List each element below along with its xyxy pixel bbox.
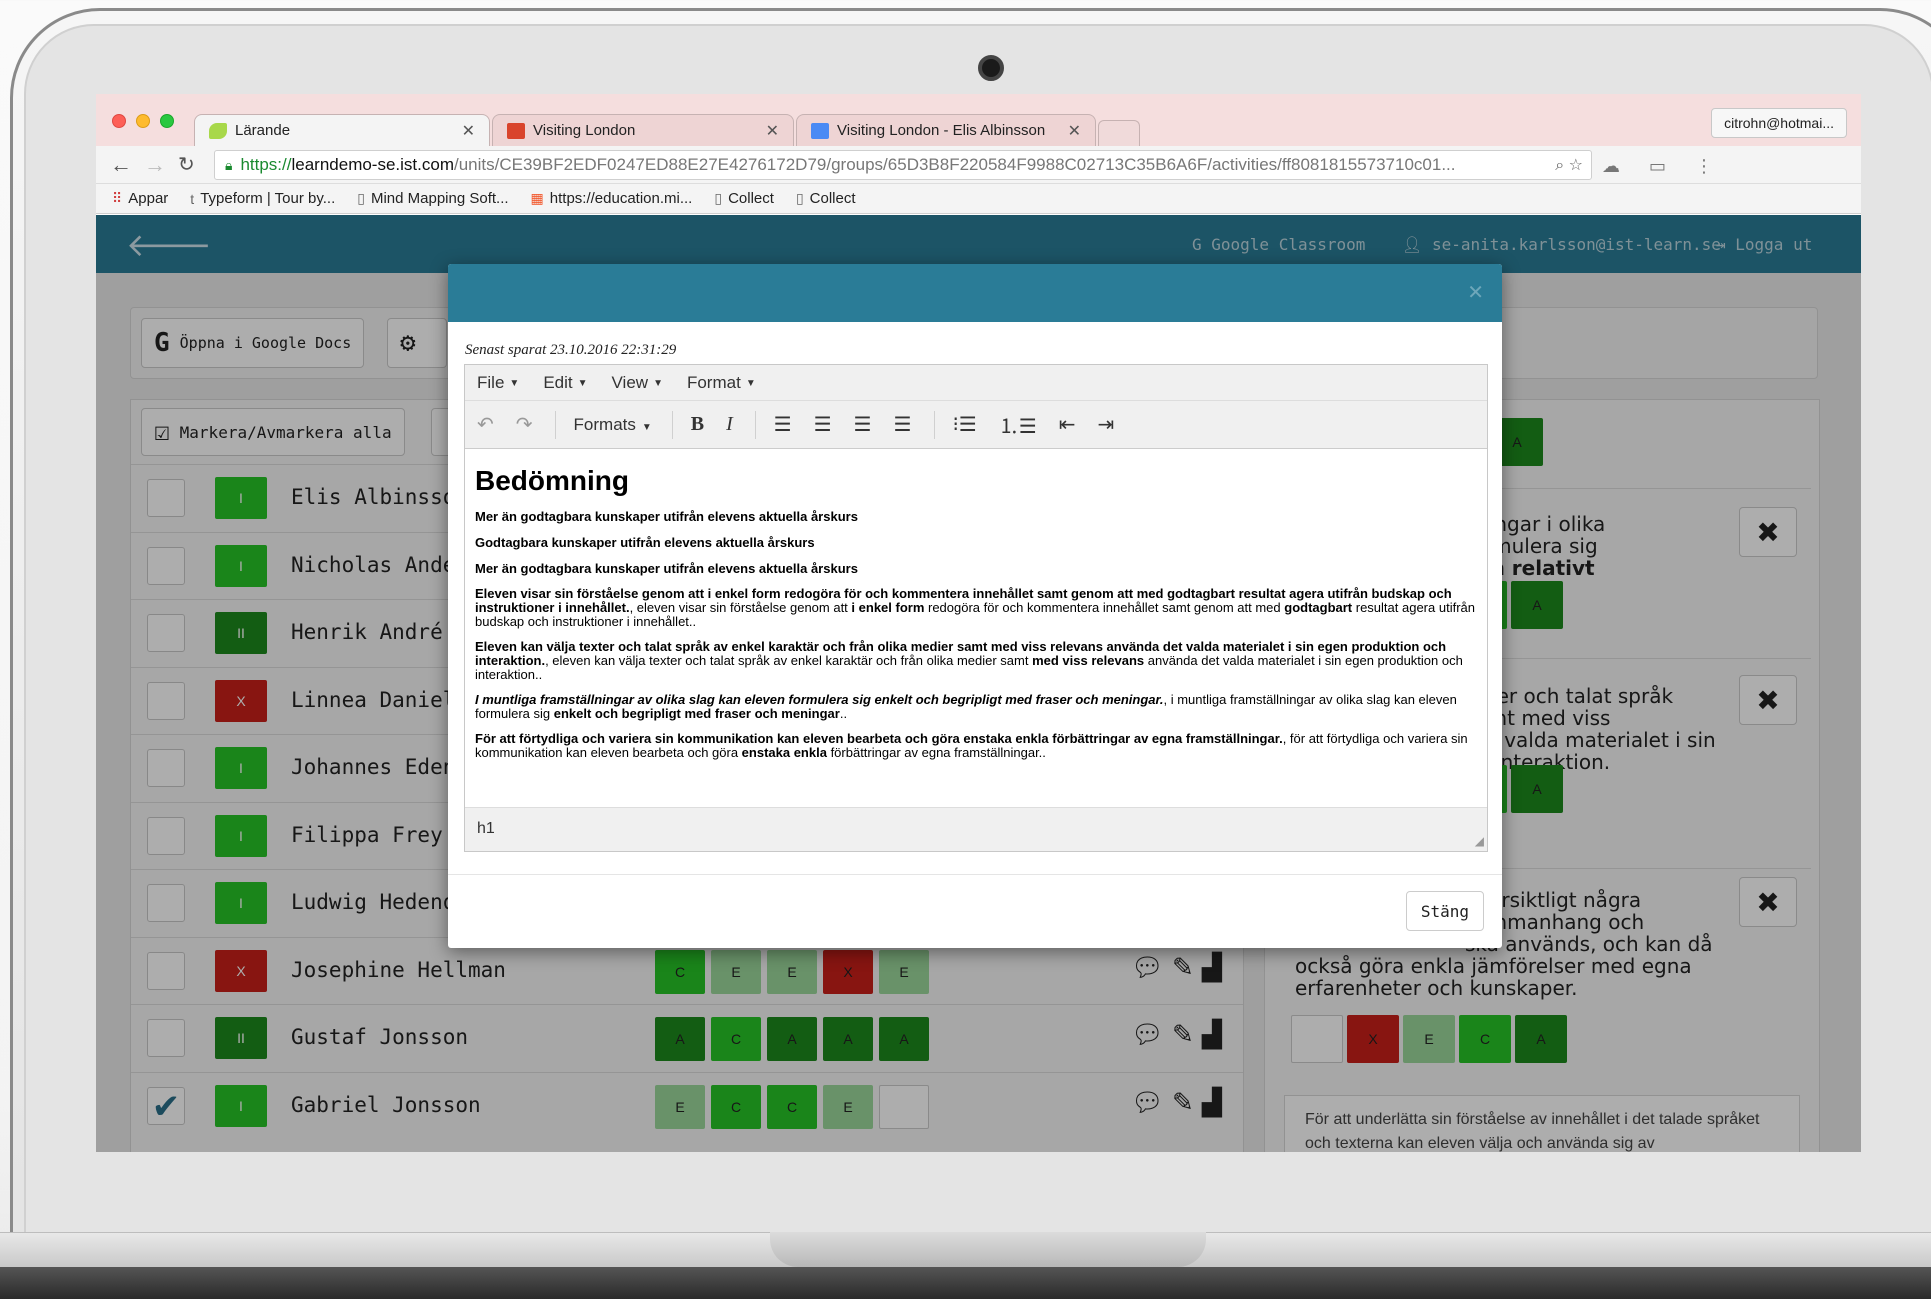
menu-edit[interactable]: Edit ▼	[543, 373, 587, 393]
browser-tab-bar: Lärande ✕ Visiting London ✕ Visiting Lon…	[96, 94, 1861, 146]
new-tab-button[interactable]	[1098, 120, 1140, 146]
forward-arrow-icon[interactable]: →	[144, 152, 166, 178]
caret-down-icon: ▼	[509, 377, 520, 389]
caret-down-icon: ▼	[653, 377, 663, 389]
editor-menubar: File ▼ Edit ▼ View ▼ Format ▼	[465, 365, 1487, 401]
assessment-modal: ✕ Senast sparat 23.10.2016 22:31:29 File…	[448, 264, 1502, 948]
last-saved-text: Senast sparat 23.10.2016 22:31:29	[465, 342, 677, 358]
numbered-list-icon[interactable]: ⒈☰	[999, 410, 1037, 439]
bold-icon[interactable]: B	[691, 413, 704, 436]
window-minimize-button[interactable]	[136, 114, 150, 128]
bullet-list-icon[interactable]: ⁝☰	[953, 412, 977, 437]
bookmark-collect-2[interactable]: ▯ Collect	[796, 190, 856, 207]
redo-icon[interactable]: ↷	[516, 412, 533, 437]
editor-toolbar: ↶ ↷ Formats ▼ B I ☰ ☰ ☰ ☰ ⁝☰ ⒈☰ ⇤ ⇥	[465, 401, 1487, 449]
level-line: Godtagbara kunskaper utifrån elevens akt…	[475, 535, 815, 550]
toolbar-divider	[933, 410, 935, 439]
level-line: Mer än godtagbara kunskaper utifrån elev…	[475, 561, 858, 576]
bookmark-appar[interactable]: ⠿ Appar	[112, 190, 168, 207]
document-heading: Bedömning	[475, 465, 629, 496]
level-line: Mer än godtagbara kunskaper utifrån elev…	[475, 509, 858, 524]
outdent-icon[interactable]: ⇤	[1059, 412, 1076, 437]
close-icon[interactable]: ✕	[766, 121, 779, 141]
assessment-paragraph: Eleven kan välja texter och talat språk …	[475, 639, 1463, 682]
toolbar-divider	[554, 410, 556, 439]
align-right-icon[interactable]: ☰	[854, 412, 872, 437]
editor-statusbar: h1 ◢	[465, 807, 1487, 851]
page-icon: ▯	[357, 190, 365, 206]
element-path[interactable]: h1	[477, 820, 495, 837]
page-icon: ▯	[795, 190, 804, 206]
modal-footer: Stäng	[448, 874, 1502, 948]
close-icon[interactable]: ✕	[1068, 121, 1081, 141]
menu-format[interactable]: Format ▼	[687, 373, 756, 393]
menu-file[interactable]: File ▼	[477, 373, 519, 393]
zoom-star-icons[interactable]: ⌕ ☆	[1555, 155, 1583, 175]
assessment-paragraph: För att förtydliga och variera sin kommu…	[475, 731, 1468, 760]
rich-text-editor: File ▼ Edit ▼ View ▼ Format ▼ ↶ ↷ Formats ▼ B…	[464, 364, 1488, 852]
toolbar-divider	[671, 410, 673, 439]
close-icon[interactable]: ✕	[462, 121, 475, 141]
lock-icon: 🔒︎	[225, 156, 233, 173]
reload-icon[interactable]: ↻	[178, 152, 195, 177]
undo-icon[interactable]: ↶	[477, 412, 494, 437]
caret-down-icon: ▼	[745, 377, 756, 389]
toolbar-divider	[754, 410, 756, 439]
bookmark-typeform[interactable]: t Typeform | Tour by...	[190, 190, 335, 207]
modal-header: ✕	[448, 264, 1502, 322]
address-bar-row: ← → ↻ 🔒︎ https:// learndemo-se.ist.com /…	[96, 146, 1861, 184]
close-icon[interactable]: ✕	[1467, 280, 1484, 305]
window-zoom-button[interactable]	[160, 114, 174, 128]
bookmark-mind-mapping[interactable]: ▯ Mind Mapping Soft...	[357, 190, 508, 207]
apps-grid-icon: ⠿	[112, 190, 123, 206]
microsoft-icon: ▦	[530, 190, 544, 206]
laptop-bottom-edge	[0, 1267, 1931, 1299]
tab-visiting-london-doc[interactable]: Visiting London - Elis Albinsson ✕	[796, 114, 1096, 146]
indent-icon[interactable]: ⇥	[1098, 412, 1115, 437]
bookmark-education[interactable]: ▦ https://education.mi...	[531, 190, 693, 207]
typeform-icon: t	[190, 190, 195, 207]
menu-view[interactable]: View ▼	[612, 373, 663, 393]
align-left-icon[interactable]: ☰	[774, 412, 792, 437]
leaf-icon	[209, 122, 227, 139]
assessment-paragraph: I muntliga framställningar av olika slag…	[475, 692, 1457, 721]
formats-dropdown[interactable]: Formats ▼	[574, 415, 652, 435]
webcam	[978, 55, 1004, 81]
caret-down-icon: ▼	[577, 377, 588, 389]
back-arrow-icon[interactable]: ←	[110, 152, 132, 178]
bookmark-collect-1[interactable]: ▯ Collect	[714, 190, 774, 207]
tab-visiting-london[interactable]: Visiting London ✕	[492, 114, 794, 146]
resize-handle-icon[interactable]: ◢	[1475, 834, 1484, 848]
page-icon: ▯	[714, 190, 723, 206]
align-center-icon[interactable]: ☰	[814, 412, 832, 437]
close-button[interactable]: Stäng	[1405, 891, 1484, 931]
tab-larande[interactable]: Lärande ✕	[194, 114, 490, 146]
italic-icon[interactable]: I	[726, 413, 733, 436]
align-justify-icon[interactable]: ☰	[894, 412, 912, 437]
url-input[interactable]: 🔒︎ https:// learndemo-se.ist.com /units/…	[214, 150, 1592, 180]
caret-down-icon: ▼	[641, 421, 652, 433]
laptop-hinge-notch	[770, 1232, 1206, 1267]
bookmarks-bar: ⠿ Appar t Typeform | Tour by... ▯ Mind M…	[96, 184, 1861, 214]
docs-icon	[811, 122, 829, 139]
window-close-button[interactable]	[112, 114, 126, 128]
editor-content[interactable]: Bedömning Mer än godtagbara kunskaper ut…	[465, 449, 1487, 807]
slides-icon	[507, 122, 525, 139]
profile-button[interactable]: citrohn@hotmai...	[1711, 108, 1847, 138]
extension-icons[interactable]: ☁ ▭ ⋮	[1602, 156, 1725, 177]
assessment-paragraph: Eleven visar sin förståelse genom att i …	[475, 586, 1475, 629]
laptop-screen: Lärande ✕ Visiting London ✕ Visiting Lon…	[96, 94, 1861, 1152]
